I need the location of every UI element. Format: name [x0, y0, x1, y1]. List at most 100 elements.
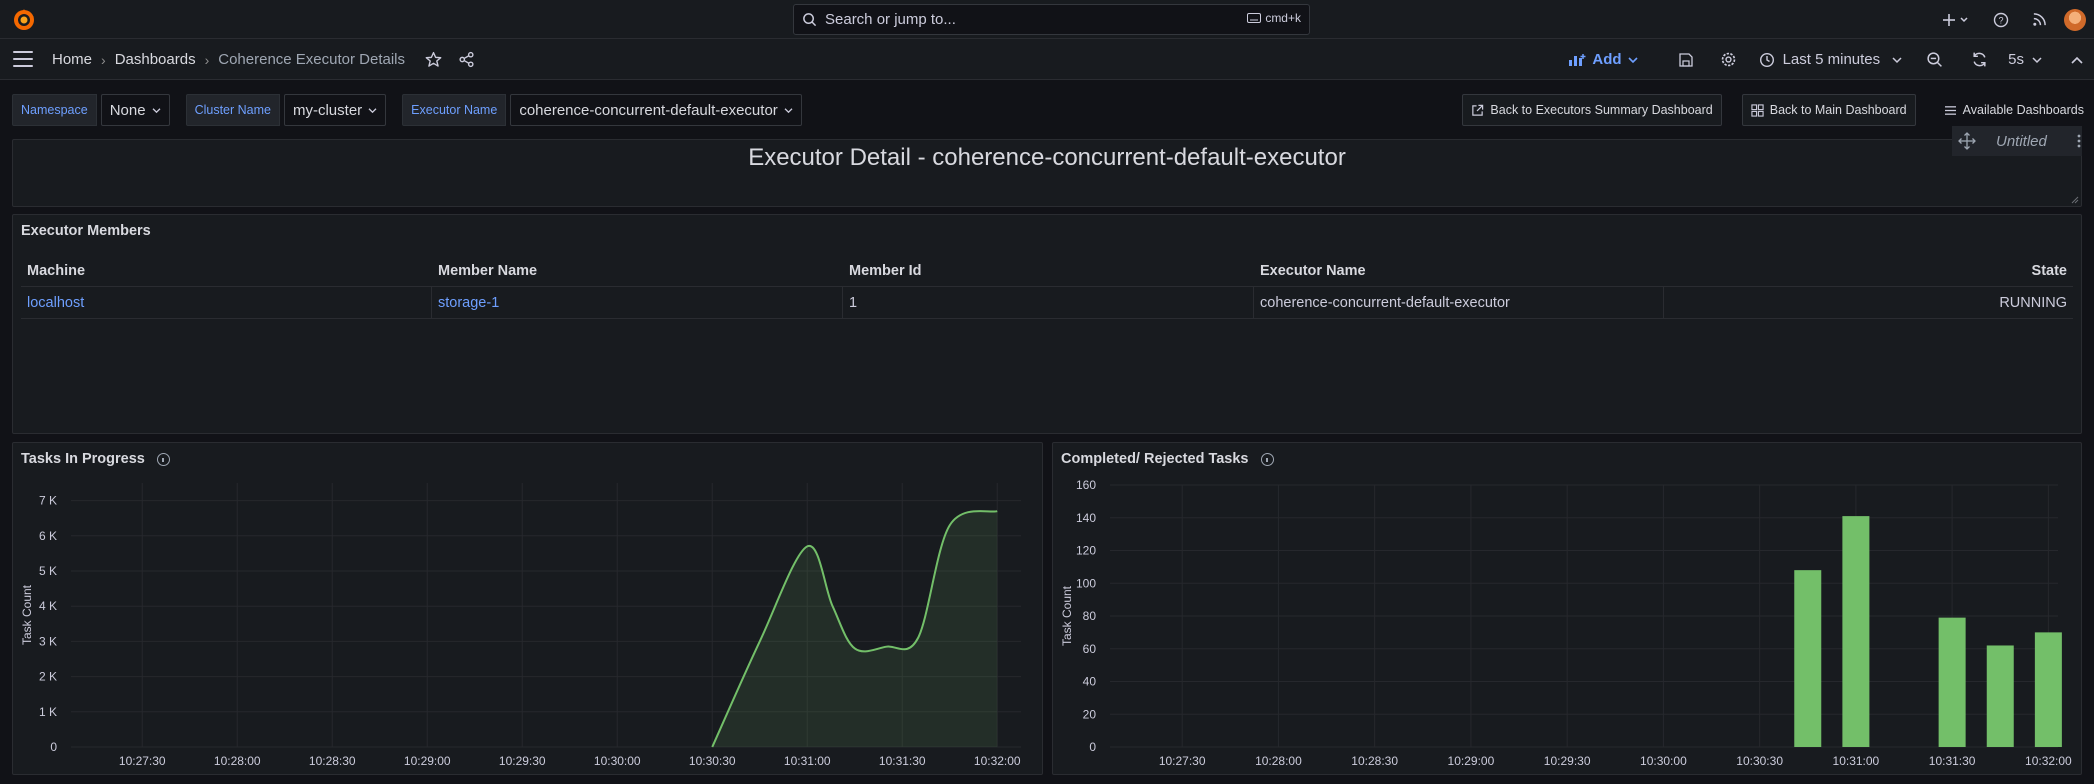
namespace-variable-label: Namespace [12, 94, 97, 126]
grafana-logo-icon[interactable] [12, 8, 36, 32]
cluster-name-variable-select[interactable]: my-cluster [283, 94, 387, 126]
executor-detail-heading: Executor Detail - coherence-concurrent-d… [748, 144, 1346, 171]
more-vertical-icon[interactable] [2077, 134, 2081, 148]
main-dashboard-link-label: Back to Main Dashboard [1769, 103, 1907, 117]
x-tick-label: 10:30:30 [689, 754, 736, 768]
resize-handle-icon[interactable] [2071, 196, 2079, 204]
column-header-member-name[interactable]: Member Name [432, 255, 843, 287]
add-button[interactable]: Add [1568, 51, 1638, 68]
member-name-cell[interactable]: storage-1 [432, 286, 843, 319]
chevron-down-icon [2032, 56, 2042, 63]
cluster-name-value: my-cluster [292, 101, 363, 119]
refresh-interval-picker[interactable]: 5s [2008, 51, 2042, 68]
x-tick-label: 10:30:00 [1640, 754, 1687, 768]
namespace-variable-select[interactable]: None [100, 94, 170, 126]
x-tick-label: 10:32:00 [974, 754, 1021, 768]
state-cell: RUNNING [1999, 294, 2067, 311]
x-tick-label: 10:32:00 [2025, 754, 2072, 768]
y-axis-label: Task Count [1060, 585, 1074, 646]
breadcrumb: Home › Dashboards › Coherence Executor D… [52, 39, 405, 80]
save-icon [1678, 52, 1693, 67]
search-input[interactable]: Search or jump to... cmd+k [793, 4, 1310, 35]
x-tick-label: 10:31:30 [1929, 754, 1976, 768]
chevron-right-icon: › [101, 51, 106, 68]
column-header-machine[interactable]: Machine [21, 255, 432, 287]
bars-icon [1944, 105, 1956, 115]
column-header-executor-name[interactable]: Executor Name [1254, 255, 1664, 287]
news-button[interactable] [2028, 9, 2050, 31]
dashboard-settings-button[interactable] [1720, 51, 1737, 68]
chevron-down-icon [1628, 56, 1638, 63]
collapse-header-button[interactable] [2070, 55, 2084, 65]
chevron-down-icon [784, 107, 793, 113]
x-tick-label: 10:28:30 [1351, 754, 1398, 768]
help-icon: ? [1993, 12, 2009, 27]
refresh-interval-label: 5s [2008, 51, 2024, 68]
y-tick-label: 60 [1083, 642, 1097, 656]
share-icon[interactable] [456, 49, 476, 69]
y-tick-label: 2 K [39, 670, 57, 684]
template-variables: Namespace None Cluster Name my-cluster E… [12, 94, 818, 126]
machine-cell[interactable]: localhost [21, 286, 432, 319]
y-tick-label: 160 [1076, 478, 1096, 492]
search-shortcut: cmd+k [1265, 11, 1301, 25]
tasks-in-progress-chart[interactable]: 0 1 K 2 K 3 K 4 K 5 K 6 K 7 K 10:27:30 10:28:00 10… [13, 443, 1044, 776]
y-tick-label: 4 K [39, 599, 57, 613]
executors-summary-link[interactable]: Back to Executors Summary Dashboard [1462, 94, 1722, 126]
available-dashboards-link[interactable]: Available Dashboards [1944, 103, 2084, 117]
top-bar: Search or jump to... cmd+k ? [0, 0, 2094, 39]
bar [1986, 645, 2014, 747]
available-dashboards-label: Available Dashboards [1962, 103, 2084, 117]
new-menu-button[interactable] [1940, 9, 1974, 31]
chevron-up-icon [2071, 56, 2083, 64]
bar [1842, 516, 1870, 747]
completed-rejected-tasks-chart[interactable]: 0 20 40 60 80 100 120 140 160 10:27:30 10:28:00 10:… [1053, 443, 2083, 776]
rss-icon [2032, 13, 2046, 26]
menu-icon[interactable] [13, 51, 33, 67]
apps-icon [1751, 103, 1764, 117]
series-area-fill [712, 511, 998, 747]
bar [1794, 570, 1822, 747]
y-tick-label: 80 [1083, 609, 1097, 623]
x-tick-label: 10:31:30 [879, 754, 926, 768]
table-row: localhost storage-1 1 coherence-concurre… [21, 286, 2073, 319]
save-dashboard-button[interactable] [1678, 52, 1694, 68]
executor-name-variable-select[interactable]: coherence-concurrent-default-executor [510, 94, 802, 126]
star-icon[interactable] [423, 49, 443, 69]
breadcrumb-home[interactable]: Home [52, 51, 92, 68]
y-tick-label: 20 [1083, 707, 1097, 721]
table-header-row: Machine Member Name Member Id Executor N… [21, 255, 2073, 287]
executor-detail-text-panel: Executor Detail - coherence-concurrent-d… [12, 139, 2082, 207]
main-dashboard-link[interactable]: Back to Main Dashboard [1741, 94, 1916, 126]
chevron-down-icon [152, 107, 161, 113]
column-header-member-id[interactable]: Member Id [843, 255, 1254, 287]
y-tick-label: 0 [50, 740, 57, 754]
x-tick-label: 10:30:00 [594, 754, 641, 768]
y-tick-label: 100 [1076, 576, 1096, 590]
zoom-out-button[interactable] [1926, 51, 1943, 68]
avatar[interactable] [2064, 8, 2086, 31]
bar [2034, 632, 2062, 747]
x-tick-label: 10:30:30 [1736, 754, 1783, 768]
plus-icon [1943, 13, 1968, 26]
svg-text:?: ? [1998, 15, 2003, 25]
breadcrumb-dashboards[interactable]: Dashboards [115, 51, 196, 68]
y-axis-label: Task Count [20, 584, 34, 645]
help-button[interactable]: ? [1990, 9, 2012, 31]
time-range-picker[interactable]: Last 5 minutes [1759, 51, 1903, 68]
dashboard-links: Back to Executors Summary Dashboard Back… [1442, 94, 2084, 126]
drag-handle-icon[interactable] [1958, 132, 1976, 150]
x-tick-label: 10:31:00 [1833, 754, 1880, 768]
x-tick-label: 10:29:00 [404, 754, 451, 768]
y-tick-label: 140 [1076, 511, 1096, 525]
keyboard-icon [1247, 13, 1262, 23]
zoom-out-icon [1927, 52, 1943, 67]
untitled-panel-header[interactable]: Untitled [1952, 126, 2082, 156]
breadcrumb-current: Coherence Executor Details [218, 51, 406, 68]
refresh-button[interactable] [1971, 51, 1988, 68]
time-range-label: Last 5 minutes [1782, 51, 1881, 68]
executor-name-variable-label: Executor Name [402, 94, 507, 126]
x-tick-label: 10:28:30 [309, 754, 356, 768]
column-header-state[interactable]: State [1664, 255, 2073, 287]
y-tick-label: 3 K [39, 634, 57, 648]
